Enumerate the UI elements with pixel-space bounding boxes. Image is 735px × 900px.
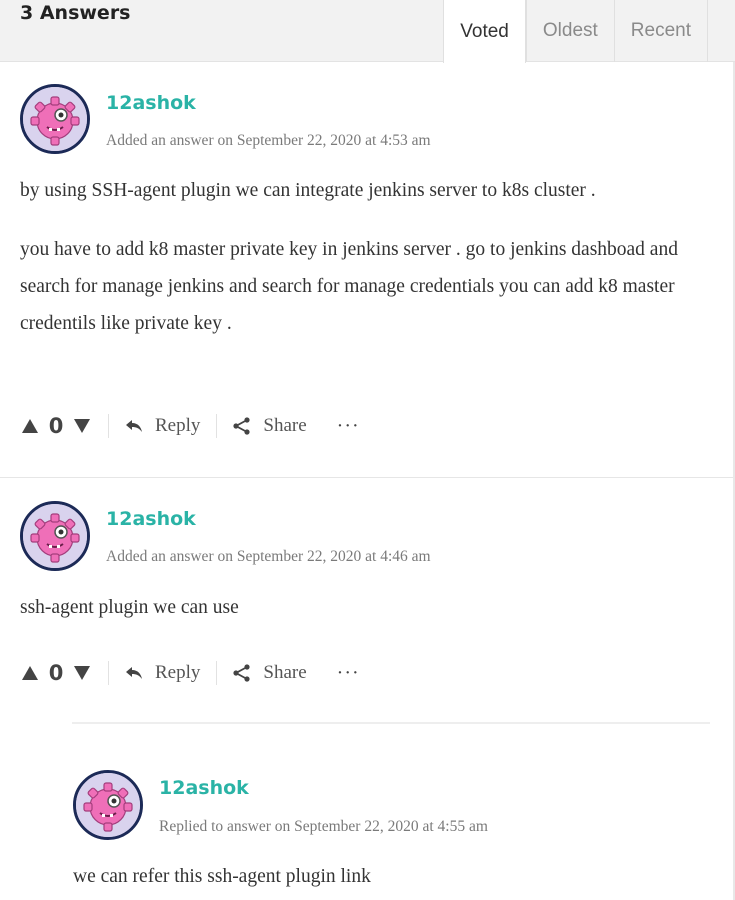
reply-body: we can refer this ssh-agent plugin link <box>73 858 713 895</box>
author-name[interactable]: 12ashok <box>106 508 196 530</box>
answer-actions: 0 Reply Share ··· <box>20 411 360 441</box>
answer-divider <box>0 477 735 478</box>
answer-body: ssh-agent plugin we can use <box>20 589 715 626</box>
share-icon <box>233 664 250 682</box>
upvote-button[interactable] <box>20 663 40 683</box>
author-avatar[interactable] <box>20 501 90 571</box>
gear-monster-avatar-icon <box>23 504 87 568</box>
triangle-up-icon <box>22 419 38 433</box>
reply-label: Reply <box>155 662 201 683</box>
downvote-button[interactable] <box>72 416 92 436</box>
share-button[interactable]: Share <box>233 415 307 437</box>
answer-meta: Added an answer on September 22, 2020 at… <box>106 132 431 149</box>
triangle-down-icon <box>74 666 90 680</box>
divider <box>216 661 218 685</box>
answer-paragraph: by using SSH-agent plugin we can integra… <box>20 180 596 201</box>
upvote-button[interactable] <box>20 416 40 436</box>
tab-recent[interactable]: Recent <box>613 0 708 62</box>
downvote-button[interactable] <box>72 663 92 683</box>
answers-header: 3 Answers Voted Oldest Recent <box>0 0 735 63</box>
vote-count: 0 <box>48 661 64 685</box>
divider <box>108 661 109 685</box>
share-label: Share <box>263 415 307 436</box>
reply-button[interactable]: Reply <box>125 415 200 437</box>
reply-divider <box>72 722 710 724</box>
share-icon <box>233 417 250 435</box>
author-name[interactable]: 12ashok <box>159 777 249 799</box>
share-button[interactable]: Share <box>233 662 307 684</box>
share-label: Share <box>263 662 307 683</box>
author-avatar[interactable] <box>73 770 143 840</box>
tab-voted[interactable]: Voted <box>443 0 526 63</box>
answer-paragraph: ssh-agent plugin we can use <box>20 597 239 618</box>
divider <box>216 414 218 438</box>
reply-label: Reply <box>155 415 201 436</box>
more-options-button[interactable]: ··· <box>337 415 360 438</box>
reply-button[interactable]: Reply <box>125 662 200 684</box>
more-options-button[interactable]: ··· <box>337 662 360 685</box>
reply-text: we can refer this ssh-agent plugin link <box>73 866 371 887</box>
triangle-down-icon <box>74 419 90 433</box>
sort-tabs: Voted Oldest Recent <box>443 0 708 63</box>
gear-monster-avatar-icon <box>23 87 87 151</box>
answer-body: by using SSH-agent plugin we can integra… <box>20 172 715 342</box>
answer-paragraph: you have to add k8 master private key in… <box>20 239 678 334</box>
triangle-up-icon <box>22 666 38 680</box>
author-name[interactable]: 12ashok <box>106 92 196 114</box>
gear-monster-avatar-icon <box>76 773 140 837</box>
author-avatar[interactable] <box>20 84 90 154</box>
vote-count: 0 <box>48 414 64 438</box>
reply-arrow-icon <box>126 420 142 432</box>
answer-count: 3 Answers <box>20 2 131 24</box>
answer-meta: Added an answer on September 22, 2020 at… <box>106 548 431 565</box>
reply-meta: Replied to answer on September 22, 2020 … <box>159 818 488 835</box>
divider <box>108 414 109 438</box>
tab-oldest[interactable]: Oldest <box>525 0 614 62</box>
answer-actions: 0 Reply Share ··· <box>20 658 360 688</box>
reply-arrow-icon <box>126 667 142 679</box>
